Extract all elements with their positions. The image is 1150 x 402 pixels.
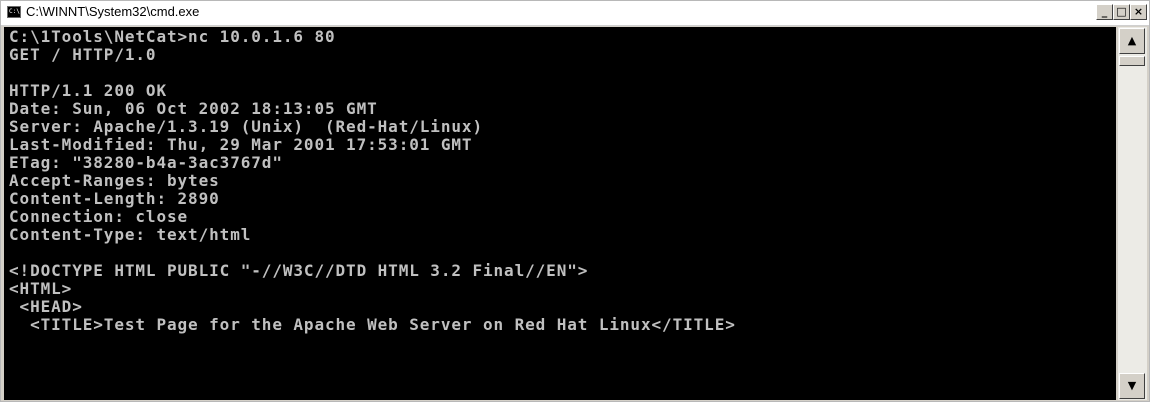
console-output[interactable]: C:\1Tools\NetCat>nc 10.0.1.6 80 GET / HTT… <box>4 27 1116 400</box>
console-line: <!DOCTYPE HTML PUBLIC "-//W3C//DTD HTML … <box>9 261 589 280</box>
console-line: <HTML> <box>9 279 73 298</box>
console-line: C:\1Tools\NetCat>nc 10.0.1.6 80 <box>9 27 336 46</box>
cmd-icon[interactable]: C:\ <box>7 6 21 18</box>
console-line: Connection: close <box>9 207 189 226</box>
console-line: Date: Sun, 06 Oct 2002 18:13:05 GMT <box>9 99 378 118</box>
close-button[interactable]: × <box>1130 4 1147 20</box>
title-bar[interactable]: C:\ C:\WINNT\System32\cmd.exe _ □ × <box>1 1 1149 26</box>
console-line: Content-Type: text/html <box>9 225 252 244</box>
console-line: Accept-Ranges: bytes <box>9 171 220 190</box>
vertical-scrollbar[interactable]: ▲ ▼ <box>1118 27 1147 400</box>
window-title: C:\WINNT\System32\cmd.exe <box>26 4 200 19</box>
scroll-up-button[interactable]: ▲ <box>1119 28 1145 54</box>
console-line: ETag: "38280-b4a-3ac3767d" <box>9 153 283 172</box>
console-line: Last-Modified: Thu, 29 Mar 2001 17:53:01… <box>9 135 473 154</box>
maximize-button[interactable]: □ <box>1113 4 1130 20</box>
console-line: <HEAD> <box>9 297 83 316</box>
console-line: <TITLE>Test Page for the Apache Web Serv… <box>9 315 736 334</box>
scroll-down-button[interactable]: ▼ <box>1119 373 1145 399</box>
caption-buttons: _ □ × <box>1096 4 1147 21</box>
cmd-window: C:\ C:\WINNT\System32\cmd.exe _ □ × C:\1… <box>0 0 1150 402</box>
console-line: GET / HTTP/1.0 <box>9 45 157 64</box>
console-text: C:\1Tools\NetCat>nc 10.0.1.6 80 GET / HTT… <box>9 27 1116 334</box>
console-line: Content-Length: 2890 <box>9 189 220 208</box>
console-line: HTTP/1.1 200 OK <box>9 81 167 100</box>
scroll-thumb[interactable] <box>1119 56 1145 66</box>
console-line: Server: Apache/1.3.19 (Unix) (Red-Hat/Li… <box>9 117 483 136</box>
minimize-button[interactable]: _ <box>1096 4 1113 20</box>
